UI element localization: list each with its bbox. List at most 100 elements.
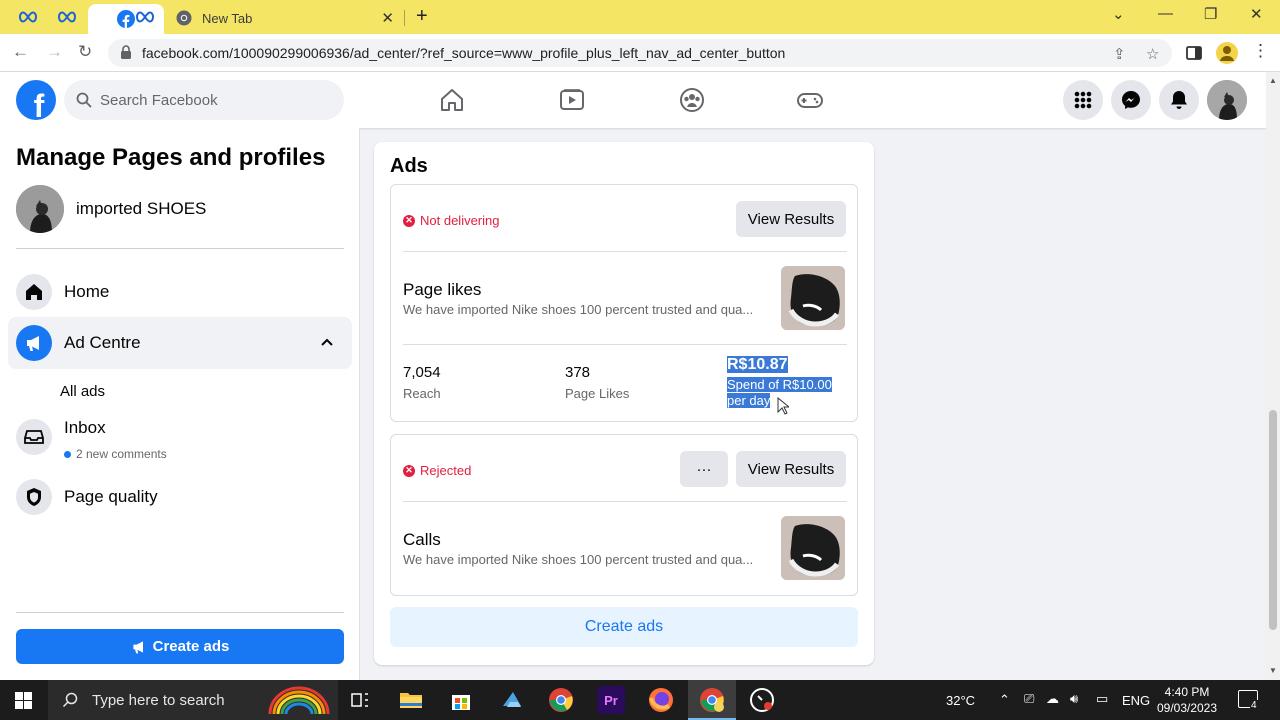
- network-icon[interactable]: ▭: [1096, 691, 1108, 707]
- tab-label: New Tab: [202, 10, 253, 26]
- clock-time: 4:40 PM: [1164, 685, 1210, 699]
- status-badge: ✕ Rejected: [403, 463, 471, 478]
- microsoft-store-icon[interactable]: [447, 686, 475, 714]
- groups-nav-icon[interactable]: [678, 86, 706, 114]
- input-language[interactable]: ENG: [1122, 693, 1150, 708]
- card-divider: [403, 344, 847, 345]
- meta-tab[interactable]: [56, 6, 78, 28]
- more-options-button[interactable]: ···: [680, 451, 728, 487]
- browser-tab-bar: New Tab ✕ + ⌄ — ❐ ✕: [0, 0, 1280, 34]
- scroll-up-arrow-icon[interactable]: ▲: [1269, 76, 1277, 85]
- menu-grid-icon: [1074, 91, 1092, 109]
- volume-icon[interactable]: 🔊︎: [1070, 691, 1078, 707]
- chrome-profile-icon[interactable]: [698, 686, 726, 714]
- close-tab-icon[interactable]: ✕: [381, 9, 394, 27]
- back-arrow-icon[interactable]: ←: [12, 42, 29, 62]
- menu-grid-button[interactable]: [1063, 80, 1103, 120]
- windows-start-icon[interactable]: [15, 692, 32, 709]
- new-tab-plus-icon[interactable]: +: [416, 5, 428, 28]
- onedrive-cloud-icon[interactable]: ☁: [1046, 691, 1059, 707]
- messenger-button[interactable]: [1111, 80, 1151, 120]
- notifications-button[interactable]: [1159, 80, 1199, 120]
- omnibox[interactable]: facebook.com/100090299006936/ad_center/?…: [108, 39, 1172, 67]
- shield-icon: [16, 479, 52, 515]
- sidebar-item-page-quality[interactable]: Page quality: [8, 471, 352, 523]
- chevron-up-icon[interactable]: [320, 335, 334, 349]
- windows-taskbar: Type here to search Pr 32°C ⌃ ⎚ ☁ 🔊︎ ▭ E…: [0, 680, 1280, 720]
- bell-icon: [1171, 91, 1187, 109]
- star-icon[interactable]: ☆: [1146, 45, 1159, 63]
- facebook-logo[interactable]: f: [16, 80, 56, 120]
- share-icon[interactable]: ⇪: [1113, 45, 1126, 63]
- sidebar-item-home[interactable]: Home: [8, 266, 352, 318]
- sidebar-item-all-ads[interactable]: All ads: [60, 383, 105, 400]
- meta-tab[interactable]: [134, 6, 156, 28]
- taskbar-clock[interactable]: 4:40 PM 09/03/2023: [1152, 684, 1222, 716]
- weather-temperature[interactable]: 32°C: [946, 693, 975, 708]
- meet-now-icon[interactable]: ⎚: [1024, 691, 1034, 707]
- view-results-button[interactable]: View Results: [736, 451, 846, 487]
- chrome-menu-icon[interactable]: ⋮: [1252, 41, 1269, 61]
- close-window-icon[interactable]: ✕: [1250, 5, 1263, 23]
- gaming-nav-icon[interactable]: [796, 86, 824, 114]
- ad-thumbnail[interactable]: [781, 266, 845, 330]
- side-panel-icon[interactable]: [1186, 45, 1202, 61]
- sidebar-item-ad-centre[interactable]: Ad Centre: [8, 317, 352, 369]
- facebook-header: f Search Facebook: [0, 72, 1266, 128]
- chrome-icon[interactable]: [547, 686, 575, 714]
- create-ads-button[interactable]: Create ads: [16, 629, 344, 664]
- url-text: facebook.com/100090299006936/ad_center/?…: [142, 45, 786, 61]
- home-nav-icon[interactable]: [438, 86, 466, 114]
- obs-recorder-icon[interactable]: [748, 686, 776, 714]
- search-input[interactable]: Search Facebook: [64, 80, 344, 120]
- meta-icon: [18, 11, 38, 23]
- ad-thumbnail[interactable]: [781, 516, 845, 580]
- task-view-icon[interactable]: [346, 686, 374, 714]
- search-icon: [76, 92, 92, 108]
- account-avatar[interactable]: [1207, 80, 1247, 120]
- taskbar-search-input[interactable]: Type here to search: [48, 680, 338, 720]
- profile-avatar-icon[interactable]: [1216, 42, 1238, 64]
- tray-chevron-icon[interactable]: ⌃: [999, 692, 1010, 708]
- spend-value-text: R$10.87: [727, 356, 788, 373]
- search-placeholder: Search Facebook: [100, 91, 218, 109]
- file-explorer-icon[interactable]: [397, 686, 425, 714]
- restore-icon[interactable]: ❐: [1204, 5, 1217, 23]
- ad-objective[interactable]: Page likes: [403, 280, 481, 300]
- tab-search-chevron-icon[interactable]: ⌄: [1112, 5, 1125, 23]
- scroll-down-arrow-icon[interactable]: ▼: [1269, 666, 1277, 675]
- reload-icon[interactable]: ↻: [78, 42, 92, 62]
- lock-icon: [121, 45, 131, 59]
- sidebar-title: Manage Pages and profiles: [16, 144, 326, 171]
- ad-objective[interactable]: Calls: [403, 530, 441, 550]
- firefox-icon[interactable]: [647, 686, 675, 714]
- status-text: Rejected: [420, 463, 472, 478]
- page-scrollbar[interactable]: ▲ ▼: [1266, 72, 1280, 680]
- meta-tab[interactable]: [17, 6, 39, 28]
- search-icon: [62, 692, 78, 708]
- home-icon: [16, 274, 52, 310]
- new-tab[interactable]: New Tab ✕: [170, 4, 404, 32]
- page-name: imported SHOES: [76, 199, 207, 218]
- ad-card: ✕ Not delivering View Results Page likes…: [390, 184, 858, 422]
- sidebar-item-inbox[interactable]: Inbox: [8, 411, 352, 463]
- sidebar-item-label: Page quality: [64, 487, 158, 506]
- scroll-thumb[interactable]: [1269, 410, 1277, 630]
- minimize-icon[interactable]: —: [1158, 5, 1173, 22]
- watch-nav-icon[interactable]: [558, 86, 586, 114]
- megaphone-icon: [16, 325, 52, 361]
- create-ads-button[interactable]: Create ads: [390, 607, 858, 647]
- azure-data-studio-icon[interactable]: [498, 686, 526, 714]
- meta-icon: [135, 11, 155, 23]
- view-results-button[interactable]: View Results: [736, 201, 846, 237]
- premiere-pro-icon[interactable]: Pr: [597, 686, 625, 714]
- mouse-cursor-icon: [777, 397, 789, 415]
- spend-value: R$10.87: [727, 355, 788, 375]
- metric-value: 7,054: [403, 364, 441, 381]
- forward-arrow-icon[interactable]: →: [46, 42, 63, 62]
- metric-value: 378: [565, 364, 591, 381]
- page-profile[interactable]: imported SHOES: [16, 185, 206, 233]
- sidebar-bottom-divider: [16, 612, 344, 613]
- card-divider: [403, 251, 847, 252]
- chrome-icon: [176, 10, 192, 26]
